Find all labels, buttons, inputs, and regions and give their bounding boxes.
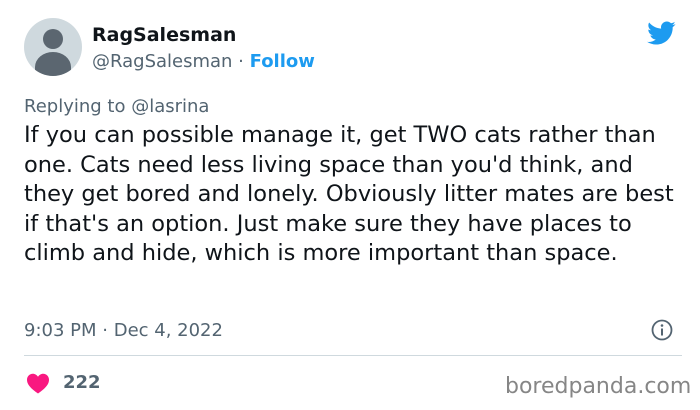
reply-mention-link[interactable]: @lasrina: [131, 96, 209, 117]
display-name[interactable]: RagSalesman: [92, 24, 236, 46]
replying-prefix: Replying to: [24, 96, 132, 117]
heart-icon[interactable]: [26, 372, 50, 394]
timestamp[interactable]: 9:03 PM · Dec 4, 2022: [24, 320, 223, 341]
tweet-time: 9:03 PM: [24, 320, 97, 341]
watermark: boredpanda.com: [505, 374, 692, 399]
tweet-text: If you can possible manage it, get TWO c…: [24, 122, 674, 266]
date-separator: ·: [96, 320, 114, 341]
handle-row: @RagSalesman · Follow: [92, 51, 315, 72]
twitter-bird-icon[interactable]: [644, 18, 678, 48]
avatar[interactable]: [24, 18, 82, 76]
like-count[interactable]: 222: [63, 372, 101, 393]
info-icon[interactable]: [651, 319, 673, 341]
tweet-date: Dec 4, 2022: [113, 320, 223, 341]
follow-button[interactable]: Follow: [250, 51, 315, 72]
handle-separator: ·: [232, 51, 250, 72]
user-handle[interactable]: @RagSalesman: [92, 51, 232, 72]
replying-to: Replying to @lasrina: [24, 96, 209, 117]
avatar-body-shape: [35, 52, 71, 76]
avatar-head-shape: [43, 29, 63, 49]
divider: [24, 355, 682, 356]
